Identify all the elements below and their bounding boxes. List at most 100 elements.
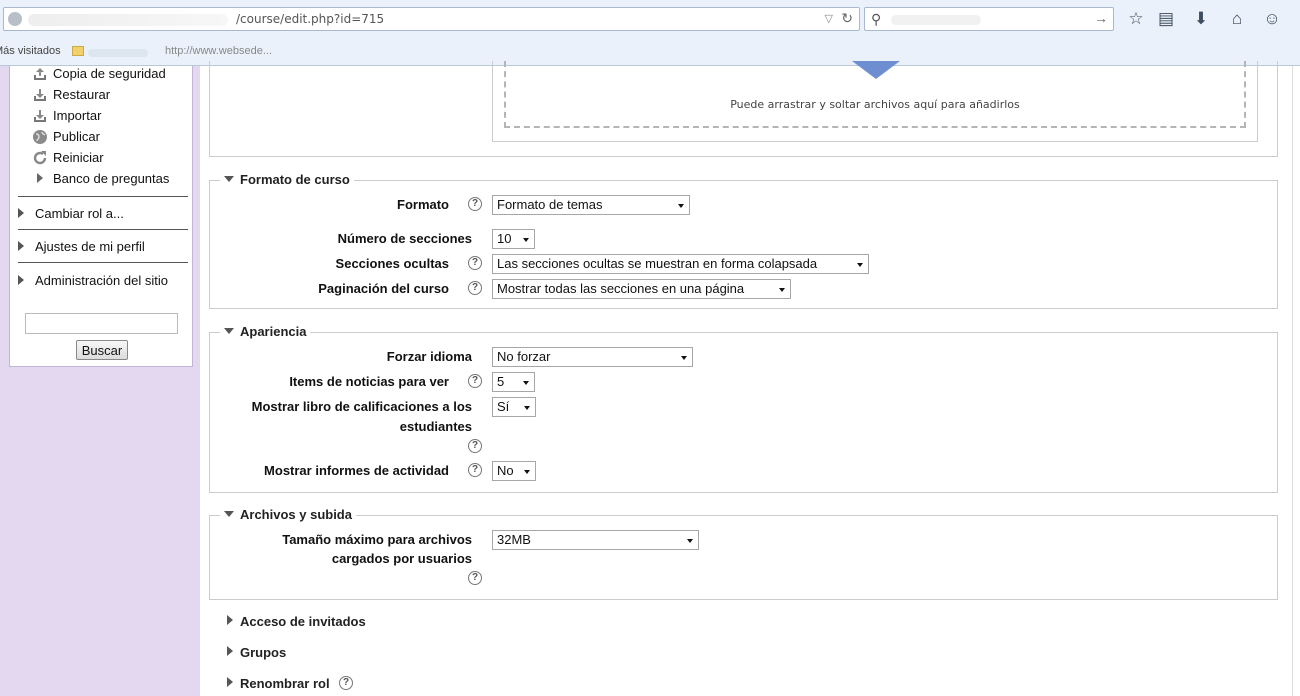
label-show-gradebook-line2: estudiantes [399, 419, 472, 434]
browser-chrome: /course/edit.php?id=715 ▽ ↻ ⚲ → ☆ ▤ ⬇ ⌂ … [0, 0, 1300, 66]
label-max-upload-size-line2: cargados por usuarios [331, 551, 472, 566]
help-icon[interactable]: ? [468, 281, 482, 295]
file-picker: Puede arrastrar y soltar archivos aquí p… [492, 61, 1258, 142]
sidebar-node-label: Ajustes de mi perfil [35, 239, 145, 254]
file-dropzone[interactable]: Puede arrastrar y soltar archivos aquí p… [504, 61, 1246, 128]
dropdown-caret-icon [687, 539, 693, 543]
label-course-pagination: Paginación del curso [318, 281, 449, 296]
collapse-icon [224, 511, 234, 517]
select-value: Formato de temas [497, 197, 603, 212]
search-button[interactable]: Buscar [76, 340, 128, 360]
dropzone-text: Puede arrastrar y soltar archivos aquí p… [730, 98, 1020, 111]
url-text: /course/edit.php?id=715 [236, 12, 385, 26]
admin-search-input[interactable] [25, 313, 178, 334]
select-activity-reports[interactable]: No [492, 461, 536, 481]
select-max-upload-size[interactable]: 32MB [492, 530, 699, 550]
select-value: Mostrar todas las secciones en una págin… [497, 281, 745, 296]
dropdown-caret-icon [524, 470, 530, 474]
label-show-gradebook: Mostrar libro de calificaciones a los [251, 399, 472, 414]
legend-appearance[interactable]: Apariencia [220, 324, 311, 339]
folder-icon [72, 46, 84, 56]
label-activity-reports: Mostrar informes de actividad [264, 463, 449, 478]
restore-icon [34, 89, 46, 101]
help-icon[interactable]: ? [468, 256, 482, 270]
dropdown-caret-icon [523, 381, 529, 385]
section-rename-role[interactable]: Renombrar rol [227, 676, 330, 691]
dropdown-caret-icon [779, 288, 785, 292]
legend-text: Archivos y subida [240, 507, 352, 522]
select-value: No [497, 463, 514, 478]
collapse-icon [224, 176, 234, 182]
legend-files-upload[interactable]: Archivos y subida [220, 507, 356, 522]
bookmark-star-icon[interactable]: ☆ [1125, 9, 1147, 29]
help-icon[interactable]: ? [468, 197, 482, 211]
address-bar[interactable]: /course/edit.php?id=715 ▽ ↻ [3, 7, 860, 31]
sidebar-node-label: Administración del sitio [35, 273, 168, 288]
expand-icon [18, 275, 24, 285]
section-groups[interactable]: Grupos [227, 645, 286, 660]
blurred-search-text [891, 15, 981, 25]
backup-icon [34, 68, 46, 80]
bookmark-link[interactable]: http://www.websede... [165, 45, 272, 57]
chat-icon[interactable]: ☺ [1261, 9, 1283, 29]
divider [18, 262, 188, 263]
section-guest-access[interactable]: Acceso de invitados [227, 614, 366, 629]
site-identity-icon[interactable] [8, 12, 22, 26]
sidebar-node-label: Cambiar rol a... [35, 206, 124, 221]
divider [18, 229, 188, 230]
select-show-gradebook[interactable]: Sí [492, 397, 536, 417]
legend-text: Apariencia [240, 324, 307, 339]
scrollbar-edge[interactable] [1292, 66, 1300, 696]
publish-icon [33, 130, 47, 144]
legend-course-format[interactable]: Formato de curso [220, 172, 354, 187]
fieldset-appearance: Apariencia Forzar idioma No forzar Items… [209, 324, 1278, 493]
blurred-domain [28, 14, 228, 26]
select-num-sections[interactable]: 10 [492, 229, 535, 249]
reset-icon [33, 151, 47, 165]
drop-arrow-icon [852, 61, 900, 79]
expand-icon [227, 677, 233, 687]
expand-icon [37, 173, 43, 183]
sidebar-item-label: Copia de seguridad [53, 66, 166, 81]
select-news-items[interactable]: 5 [492, 372, 535, 392]
help-icon[interactable]: ? [339, 676, 353, 690]
help-icon[interactable]: ? [468, 374, 482, 388]
left-sidebar: Copia de seguridad Restaurar Importar Pu… [0, 66, 200, 696]
select-format[interactable]: Formato de temas [492, 195, 690, 215]
expand-icon [18, 208, 24, 218]
dropdown-caret-icon [857, 263, 863, 267]
expand-icon [18, 241, 24, 251]
bookmark-most-visited[interactable]: Más visitados [0, 45, 61, 57]
history-dropdown-icon[interactable]: ▽ [825, 12, 833, 25]
sidebar-item-label: Restaurar [53, 87, 111, 102]
select-value: 5 [497, 374, 505, 389]
sidebar-item-label: Banco de preguntas [53, 171, 170, 186]
dropdown-caret-icon [681, 356, 687, 360]
select-value: Sí [497, 399, 510, 414]
browser-search-bar[interactable]: ⚲ → [864, 7, 1114, 31]
section-title: Acceso de invitados [240, 614, 366, 629]
main-content: Puede arrastrar y soltar archivos aquí p… [200, 61, 1292, 696]
help-icon[interactable]: ? [468, 463, 482, 477]
divider [18, 196, 188, 197]
dropdown-caret-icon [524, 406, 530, 410]
legend-text: Formato de curso [240, 172, 350, 187]
select-value: 32MB [497, 532, 531, 547]
reload-icon[interactable]: ↻ [841, 10, 853, 27]
dropdown-caret-icon [523, 238, 529, 242]
collapse-icon [224, 328, 234, 334]
select-value: 10 [497, 231, 512, 246]
downloads-icon[interactable]: ⬇ [1190, 9, 1212, 29]
select-course-pagination[interactable]: Mostrar todas las secciones en una págin… [492, 279, 791, 299]
help-icon[interactable]: ? [468, 571, 482, 585]
label-hidden-sections: Secciones ocultas [335, 256, 449, 271]
bookmarks-toolbar: Más visitados http://www.websede... [0, 42, 400, 62]
label-force-language: Forzar idioma [386, 349, 472, 364]
select-hidden-sections[interactable]: Las secciones ocultas se muestran en for… [492, 254, 869, 274]
dropdown-caret-icon [678, 204, 684, 208]
home-icon[interactable]: ⌂ [1226, 9, 1248, 29]
select-force-language[interactable]: No forzar [492, 347, 693, 367]
search-go-icon[interactable]: → [1094, 10, 1108, 26]
help-icon[interactable]: ? [468, 439, 482, 453]
reading-list-icon[interactable]: ▤ [1155, 9, 1177, 29]
